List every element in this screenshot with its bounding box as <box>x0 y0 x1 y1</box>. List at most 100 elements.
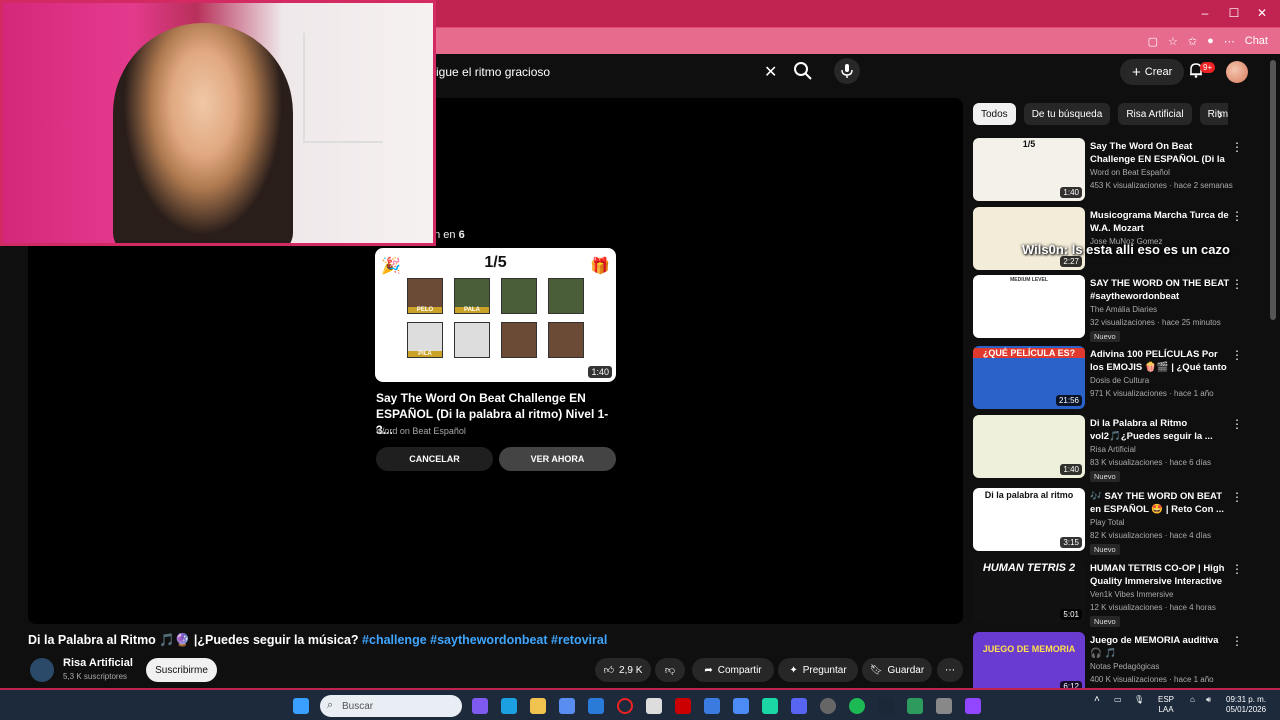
video-title[interactable]: Musicograma Marcha Turca de W.A. Mozart <box>1090 209 1232 235</box>
channel-name[interactable]: Word on Beat Español <box>1090 168 1170 177</box>
video-thumbnail[interactable]: 1:40 1/5 <box>973 138 1085 201</box>
ask-button[interactable]: ✦ Preguntar <box>778 658 858 682</box>
video-thumbnail[interactable]: 3:15 Di la palabra al ritmo <box>973 488 1085 551</box>
clock[interactable]: 09:31 p. m. 05/01/2026 <box>1226 695 1266 715</box>
channel-name[interactable]: Notas Pedagógicas <box>1090 662 1159 671</box>
chip-rhythm[interactable]: Ritmo <box>1199 103 1228 125</box>
opera-icon[interactable] <box>617 698 633 714</box>
close-window-button[interactable]: ✕ <box>1252 6 1272 20</box>
channel-name[interactable]: Risa Artificial <box>63 657 133 669</box>
more-options-icon[interactable]: ⋮ <box>1231 417 1243 431</box>
clear-search-icon[interactable]: ✕ <box>764 62 777 82</box>
language-indicator[interactable]: ESP LAA <box>1158 695 1174 715</box>
up-next-thumbnail[interactable]: 1/5 🎉 🎁 😎 PELO PALA PILA 1:40 <box>375 248 616 382</box>
channel-name[interactable]: Play Total <box>1090 518 1125 527</box>
volume-icon[interactable]: 🔊︎ <box>1206 695 1211 705</box>
twitch-icon[interactable] <box>965 698 981 714</box>
mail-icon[interactable] <box>588 698 604 714</box>
watch-now-button[interactable]: VER AHORA <box>499 447 616 471</box>
recommendation-item[interactable]: 6:12 JUEGO DE MEMORIA Juego de MEMORIA aud… <box>973 632 1263 696</box>
app-icon-green2[interactable] <box>907 698 923 714</box>
favorite-star-icon[interactable]: ☆ <box>1168 35 1178 48</box>
app-icon-blue[interactable] <box>704 698 720 714</box>
channel-name[interactable]: Risa Artificial <box>1090 445 1136 454</box>
more-options-icon[interactable]: ⋮ <box>1231 277 1243 291</box>
recommendation-item[interactable]: 3:15 Di la palabra al ritmo 🎶 SAY THE WORD… <box>973 488 1263 555</box>
share-button[interactable]: ➦ Compartir <box>692 658 774 682</box>
split-screen-icon[interactable]: ▢ <box>1148 35 1158 48</box>
obs-icon[interactable] <box>820 698 836 714</box>
favorites-icon[interactable]: ✩ <box>1188 35 1197 48</box>
cancel-autoplay-button[interactable]: CANCELAR <box>376 447 493 471</box>
copilot-chat-button[interactable]: Chat <box>1245 35 1268 47</box>
more-icon[interactable]: ⋯ <box>1224 35 1235 48</box>
app-icon[interactable] <box>646 698 662 714</box>
chevron-up-icon[interactable]: ˄ <box>1094 695 1100 705</box>
channel-avatar[interactable] <box>30 658 54 682</box>
video-title[interactable]: 🎶 SAY THE WORD ON BEAT en ESPAÑOL 🤩 | Re… <box>1090 490 1232 516</box>
more-options-icon[interactable]: ⋮ <box>1231 209 1243 223</box>
search-icon[interactable] <box>792 60 814 82</box>
video-title[interactable]: HUMAN TETRIS CO-OP | High Quality Immers… <box>1090 562 1232 590</box>
teams-icon[interactable] <box>733 698 749 714</box>
network-icon[interactable]: ▭ <box>1114 695 1122 705</box>
video-title[interactable]: Di la Palabra al Ritmo vol2🎵¿Puedes segu… <box>1090 417 1232 443</box>
channel-name[interactable]: The Amália Diaries <box>1090 305 1157 314</box>
video-thumbnail[interactable]: 2:27 <box>973 207 1085 270</box>
video-title[interactable]: SAY THE WORD ON THE BEAT #saythewordonbe… <box>1090 277 1232 303</box>
hashtag-link[interactable]: #challenge <box>362 633 427 647</box>
chevron-right-icon[interactable]: › <box>1218 106 1223 122</box>
minimize-button[interactable]: – <box>1195 6 1215 20</box>
spotify-icon[interactable] <box>849 698 865 714</box>
hashtag-link[interactable]: #saythewordonbeat <box>430 633 547 647</box>
video-thumbnail[interactable]: 21:56 ¿QUÉ PELÍCULA ES? <box>973 346 1085 409</box>
app-icon-red[interactable] <box>675 698 691 714</box>
recommendation-item[interactable]: 1:40 1/5 Say The Word On Beat Challenge EN… <box>973 138 1263 202</box>
file-explorer-icon[interactable] <box>530 698 546 714</box>
more-options-icon[interactable]: ⋮ <box>1231 562 1243 576</box>
video-thumbnail[interactable]: 5:01 HUMAN TETRIS 2 <box>973 560 1085 623</box>
store-icon[interactable] <box>559 698 575 714</box>
extension-icon[interactable]: ● <box>1207 35 1214 47</box>
channel-name[interactable]: Dosis de Cultura <box>1090 376 1149 385</box>
more-options-icon[interactable]: ⋮ <box>1231 348 1243 362</box>
video-title[interactable]: Juego de MEMORIA auditiva 🎧 🎵 <box>1090 634 1232 660</box>
discord-icon[interactable] <box>791 698 807 714</box>
save-button[interactable]: 🔖︎ Guardar <box>862 658 932 682</box>
maximize-button[interactable]: ☐ <box>1224 6 1244 20</box>
dislike-button[interactable]: 👎︎ <box>655 658 685 682</box>
microphone-tray-icon[interactable]: 🎙︎ <box>1134 695 1144 705</box>
hashtag-link[interactable]: #retoviral <box>551 633 607 647</box>
taskbar-search[interactable]: ⌕ Buscar <box>320 695 462 717</box>
video-thumbnail[interactable]: MEDIUM LEVEL <box>973 275 1085 338</box>
video-thumbnail[interactable]: 6:12 JUEGO DE MEMORIA <box>973 632 1085 695</box>
create-button[interactable]: + Crear <box>1120 59 1185 85</box>
steam-icon[interactable] <box>878 698 894 714</box>
chip-all[interactable]: Todos <box>973 103 1016 125</box>
recommendation-item[interactable]: 2:27 Musicograma Marcha Turca de W.A. Moz… <box>973 207 1263 271</box>
recommendation-item[interactable]: MEDIUM LEVEL SAY THE WORD ON THE BEAT #sa… <box>973 275 1263 342</box>
account-avatar[interactable] <box>1226 61 1248 83</box>
video-thumbnail[interactable]: 1:40 <box>973 415 1085 478</box>
edge-icon[interactable] <box>501 698 517 714</box>
like-button[interactable]: 👍︎ 2,9 K <box>595 658 651 682</box>
wifi-icon[interactable]: ⌂ <box>1190 695 1195 705</box>
subscribe-button[interactable]: Suscribirme <box>146 658 217 682</box>
recommendation-item[interactable]: 5:01 HUMAN TETRIS 2 HUMAN TETRIS CO-OP | H… <box>973 560 1263 627</box>
more-actions-button[interactable]: ⋯ <box>937 658 963 682</box>
scrollbar[interactable] <box>1270 60 1276 320</box>
more-options-icon[interactable]: ⋮ <box>1231 490 1243 504</box>
channel-name[interactable]: Ven1k Vibes Immersive <box>1090 590 1173 599</box>
windows-start-icon[interactable] <box>293 698 309 714</box>
chip-from-search[interactable]: De tu búsqueda <box>1023 103 1111 125</box>
video-title[interactable]: Say The Word On Beat Challenge EN ESPAÑO… <box>1090 140 1232 168</box>
more-options-icon[interactable]: ⋮ <box>1231 634 1243 648</box>
chip-channel[interactable]: Risa Artificial <box>1118 103 1192 125</box>
recommendation-item[interactable]: 21:56 ¿QUÉ PELÍCULA ES? Adivina 100 PELÍCU… <box>973 346 1263 410</box>
copilot-icon[interactable] <box>472 698 488 714</box>
more-options-icon[interactable]: ⋮ <box>1231 140 1243 154</box>
microphone-icon[interactable] <box>834 58 860 84</box>
app-icon-gray[interactable] <box>936 698 952 714</box>
recommendation-item[interactable]: 1:40 Di la Palabra al Ritmo vol2🎵¿Puedes … <box>973 415 1263 482</box>
search-input[interactable]: sigue el ritmo gracioso <box>430 60 784 84</box>
